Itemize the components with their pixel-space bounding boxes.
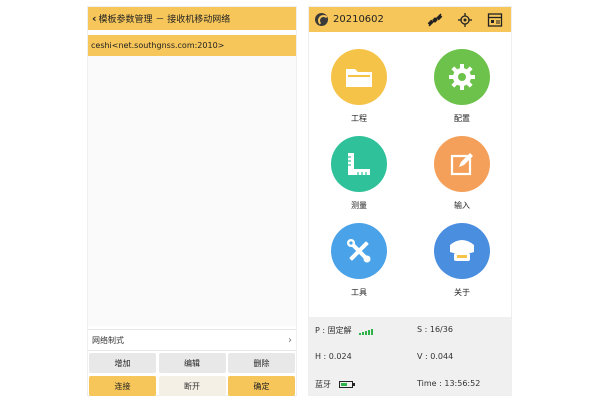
tools-circle (331, 223, 387, 279)
network-mode-row[interactable]: 网络制式 › (88, 329, 296, 351)
v-precision: V : 0.044 (417, 352, 454, 361)
back-arrow-icon[interactable]: ‹ (92, 12, 97, 25)
menu-tools[interactable]: 工具 (324, 223, 394, 298)
menu-config-label: 配置 (454, 114, 470, 123)
status-panel: P : 固定解 S : 16/36 H : 0.024 V : 0.044 蓝牙… (309, 317, 511, 395)
left-header-title: 模板参数管理 － 接收机移动网络 (98, 15, 231, 25)
delete-button[interactable]: 删除 (228, 353, 295, 373)
project-circle (331, 49, 387, 105)
right-header: 20210602 (309, 7, 511, 32)
satellite-count: S : 16/36 (417, 325, 453, 334)
confirm-button[interactable]: 确定 (228, 376, 295, 396)
edit-icon (450, 153, 473, 176)
h-precision: H : 0.024 (315, 352, 352, 361)
about-circle (434, 223, 490, 279)
current-time: Time : 13:56:52 (417, 379, 481, 388)
disconnect-button[interactable]: 断开 (158, 376, 226, 396)
add-button[interactable]: 增加 (89, 353, 156, 373)
survey-circle (331, 136, 387, 192)
menu-about-label: 关于 (454, 288, 470, 297)
project-name: 20210602 (333, 14, 384, 25)
edit-button[interactable]: 编辑 (158, 353, 226, 373)
app-logo-icon (315, 13, 329, 26)
signal-strength-icon (359, 326, 374, 335)
gps-location-icon[interactable] (457, 12, 473, 28)
folder-icon (346, 69, 372, 87)
menu-config[interactable]: 配置 (427, 49, 497, 124)
menu-survey-label: 测量 (351, 201, 367, 210)
ruler-icon (348, 153, 370, 175)
bluetooth-label: 蓝牙 (315, 380, 331, 389)
main-menu-screen: 20210602 工程 配置 测量 输入 工具 关于 P: 固定解 S: 1… (308, 6, 512, 396)
config-circle (434, 49, 490, 105)
tools-icon (347, 239, 371, 263)
position-status: P : 固定解 (315, 325, 374, 336)
menu-input-label: 输入 (454, 201, 470, 210)
battery-icon (338, 381, 355, 388)
chevron-right-icon: › (288, 334, 292, 346)
left-header: ‹ 模板参数管理 － 接收机移动网络 (88, 7, 296, 30)
menu-project-label: 工程 (351, 114, 367, 123)
browser-window-icon[interactable] (487, 12, 503, 28)
network-template-item[interactable]: ceshi<net.southgnss.com:2010> (88, 35, 296, 56)
gear-icon (449, 64, 475, 90)
bluetooth-status: 蓝牙 (315, 379, 355, 390)
menu-survey[interactable]: 测量 (324, 136, 394, 211)
menu-project[interactable]: 工程 (324, 49, 394, 124)
position-label: P : 固定解 (315, 326, 352, 335)
connect-button[interactable]: 连接 (89, 376, 156, 396)
menu-about[interactable]: 关于 (427, 223, 497, 298)
menu-input[interactable]: 输入 (427, 136, 497, 211)
input-circle (434, 136, 490, 192)
template-list-area (88, 56, 296, 326)
network-mode-label: 网络制式 (92, 335, 124, 345)
menu-tools-label: 工具 (351, 288, 367, 297)
action-buttons-row-1: 增加 编辑 删除 (88, 353, 296, 373)
action-buttons-row-2: 连接 断开 确定 (88, 376, 296, 396)
network-template-label: ceshi<net.southgnss.com:2010> (91, 41, 225, 50)
satellite-icon[interactable] (427, 12, 443, 28)
template-params-screen: ‹ 模板参数管理 － 接收机移动网络 ceshi<net.southgnss.c… (87, 6, 297, 396)
receiver-icon (450, 240, 474, 261)
